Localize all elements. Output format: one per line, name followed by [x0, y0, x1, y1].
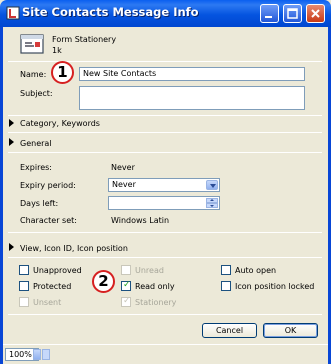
unapproved-checkbox[interactable] [19, 265, 29, 275]
expires-value: Never [111, 163, 135, 172]
expiry-period-value: Never [112, 180, 136, 189]
divider [8, 152, 322, 153]
expand-arrow-icon[interactable] [9, 119, 14, 127]
subject-input[interactable] [79, 86, 305, 110]
window-frame-left [0, 27, 3, 364]
expiry-period-label: Expiry period: [20, 181, 76, 190]
unread-checkbox [121, 265, 131, 275]
callout-marker-2: 2 [92, 270, 115, 293]
maximize-icon [287, 8, 298, 19]
unread-label: Unread [135, 266, 164, 275]
divider [3, 344, 328, 345]
spinner-icon[interactable] [206, 198, 218, 208]
divider [8, 257, 322, 258]
section-general[interactable]: General [20, 139, 52, 148]
unapproved-label: Unapproved [33, 266, 82, 275]
object-size: 1k [52, 46, 62, 55]
divider [8, 115, 322, 116]
zoom-value: 100% [9, 350, 32, 359]
days-left-label: Days left: [20, 199, 59, 208]
cancel-button[interactable]: Cancel [202, 323, 257, 338]
chevron-down-icon[interactable] [33, 349, 41, 360]
expand-arrow-icon[interactable] [9, 243, 14, 251]
protected-checkbox[interactable] [19, 281, 29, 291]
form-stationery-icon [20, 34, 44, 54]
window-title: Site Contacts Message Info [22, 5, 199, 19]
minimize-button[interactable] [260, 4, 279, 23]
subject-label: Subject: [20, 89, 53, 98]
read-only-checkbox[interactable] [121, 280, 131, 291]
name-label: Name: [20, 70, 47, 79]
stationery-label: Stationery [135, 298, 177, 307]
days-left-stepper[interactable] [108, 196, 220, 210]
auto-open-checkbox[interactable] [221, 265, 231, 275]
name-input[interactable]: New Site Contacts [79, 67, 305, 81]
expiry-period-select[interactable]: Never [108, 178, 220, 192]
divider [8, 314, 322, 315]
stationery-checkbox [121, 296, 131, 307]
icon-position-locked-checkbox[interactable] [221, 281, 231, 291]
divider [8, 232, 322, 233]
character-set-label: Character set: [20, 216, 77, 225]
expires-label: Expires: [20, 163, 52, 172]
icon-position-locked-label: Icon position locked [235, 282, 315, 291]
divider [8, 61, 322, 62]
close-button[interactable] [306, 4, 325, 23]
maximize-button[interactable] [283, 4, 302, 23]
expand-arrow-icon[interactable] [9, 138, 14, 146]
protected-label: Protected [33, 282, 72, 291]
app-icon [6, 6, 20, 20]
callout-marker-1: 1 [51, 61, 74, 84]
section-view[interactable]: View, Icon ID, Icon position [20, 244, 128, 253]
divider [8, 132, 322, 133]
minimize-icon [265, 16, 272, 18]
close-icon [311, 9, 320, 18]
object-type: Form Stationery [52, 35, 117, 44]
read-only-label: Read only [135, 282, 175, 291]
section-category[interactable]: Category, Keywords [20, 119, 100, 128]
zoom-spinner-icon[interactable] [42, 349, 50, 360]
chevron-down-icon[interactable] [206, 180, 218, 190]
auto-open-label: Auto open [235, 266, 277, 275]
unsent-label: Unsent [33, 298, 62, 307]
unsent-checkbox [19, 297, 29, 307]
ok-button[interactable]: OK [263, 323, 318, 338]
character-set-value: Windows Latin [111, 216, 170, 225]
